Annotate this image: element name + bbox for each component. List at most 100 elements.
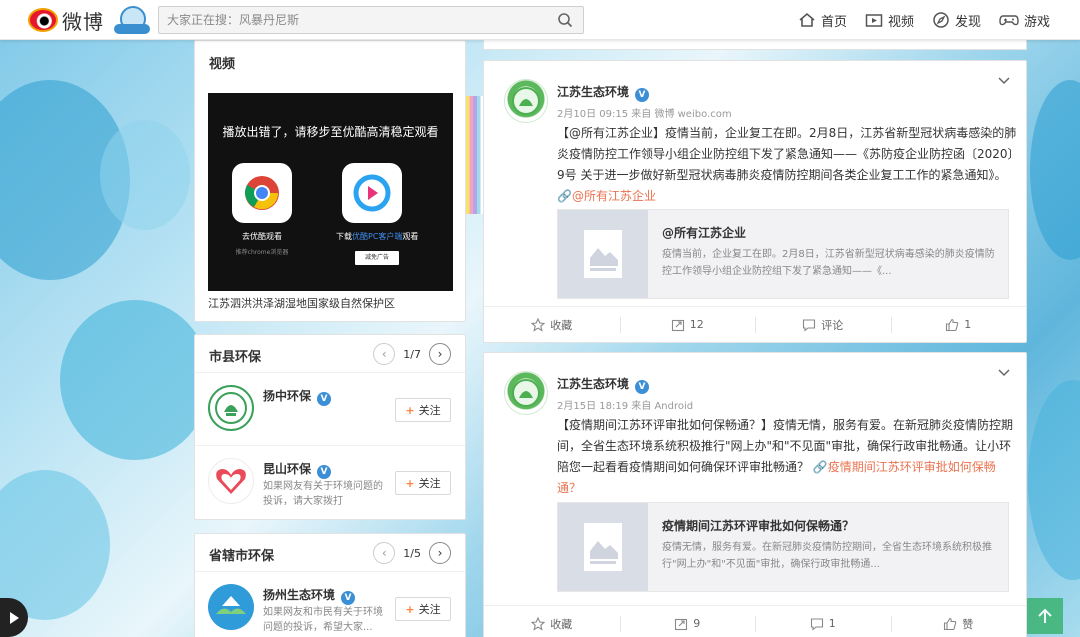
comment-button[interactable]: 1 (755, 606, 891, 637)
watch-on-youku-option[interactable]: 去优酷观看 推荐chrome浏览器 (226, 163, 298, 256)
prov-pager: ‹ 1/5 › (373, 542, 451, 564)
video-player[interactable]: 播放出错了，请移步至优酷高清稳定观看 去优酷观看 推荐chrome浏览器 下载优… (208, 93, 453, 291)
list-item: 昆山环保 V 如果网友有关于环境问题的投诉，请大家拨打 + 关注 (195, 446, 465, 519)
comment-label: 评论 (821, 318, 844, 332)
background-shape (60, 300, 210, 460)
follow-button[interactable]: + 关注 (395, 597, 451, 621)
account-name[interactable]: 扬中环保 V (263, 387, 332, 406)
favorite-label: 收藏 (550, 318, 573, 332)
follow-button[interactable]: + 关注 (395, 398, 451, 422)
post-author-text: 江苏生态环境 (557, 377, 630, 391)
verified-icon: V (635, 380, 650, 394)
nav-discover[interactable]: 发现 (932, 11, 981, 30)
repost-button[interactable]: 9 (619, 606, 756, 637)
video-error-message: 播放出错了，请移步至优酷高清稳定观看 (222, 125, 439, 139)
nav-game[interactable]: 游戏 (999, 11, 1050, 30)
account-name[interactable]: 昆山环保 V (263, 460, 332, 479)
video-icon (865, 14, 883, 27)
list-item: 扬州生态环境 V 如果网友和市民有关于环境问题的投诉，希望大家... + 关注 (195, 572, 465, 637)
follow-label: 关注 (418, 477, 441, 490)
repost-button[interactable]: 12 (619, 307, 756, 342)
search-input[interactable] (159, 7, 539, 33)
like-button[interactable]: 1 (890, 307, 1027, 342)
search-icon[interactable] (557, 12, 573, 28)
post-actions: 收藏 12 评论 1 (484, 306, 1026, 342)
background-shape (0, 470, 110, 620)
chevron-down-icon[interactable] (998, 77, 1010, 85)
post-body: 【@所有江苏企业】疫情当前，企业复工在即。2月8日，江苏省新型冠状病毒感染的肺炎… (557, 126, 1017, 182)
background-shape (100, 120, 190, 230)
top-navigation-bar: 微博 首页 视频 发现 游戏 (0, 0, 1080, 40)
repost-count: 12 (689, 318, 704, 331)
plus-icon: + (405, 476, 415, 490)
account-desc: 如果网友有关于环境问题的投诉，请大家拨打 (263, 481, 383, 507)
next-page-button[interactable]: › (429, 542, 451, 564)
comment-icon (810, 617, 823, 631)
feed-post: 江苏生态环境 V 2月15日 18:19 来自 Android 【疫情期间江苏环评… (483, 352, 1027, 637)
link-card-desc: 疫情无情，服务有爱。在新冠肺炎疫情防控期间，全省生态环境系统积极推行"网上办"和… (662, 542, 992, 570)
nav-video[interactable]: 视频 (865, 11, 914, 30)
chevron-down-icon[interactable] (998, 369, 1010, 377)
avatar[interactable] (208, 458, 254, 504)
avatar[interactable] (208, 385, 254, 431)
favorite-label: 收藏 (550, 617, 573, 631)
download-client-option[interactable]: 下载优酷PC客户端观看 (336, 163, 418, 242)
comment-count: 1 (828, 617, 836, 630)
post-author[interactable]: 江苏生态环境 V (557, 83, 650, 102)
avatar[interactable] (208, 584, 254, 630)
video-card-title: 视频 (209, 57, 236, 72)
post-author-text: 江苏生态环境 (557, 85, 630, 99)
post-meta: 2月15日 18:19 来自 Android (557, 401, 694, 412)
nav-discover-label: 发现 (955, 14, 982, 30)
comment-button[interactable]: 评论 (755, 307, 891, 342)
link-preview-card[interactable]: @所有江苏企业 疫情当前，企业复工在即。2月8日，江苏省新型冠状病毒感染的肺炎疫… (557, 209, 1009, 299)
post-text: 【@所有江苏企业】疫情当前，企业复工在即。2月8日，江苏省新型冠状病毒感染的肺炎… (557, 123, 1017, 207)
nav-video-label: 视频 (888, 14, 915, 30)
account-name[interactable]: 扬州生态环境 V (263, 586, 356, 605)
avatar[interactable] (504, 371, 548, 415)
document-icon (558, 210, 648, 298)
weibo-logo[interactable]: 微博 (28, 4, 152, 36)
star-icon (531, 317, 546, 332)
favorite-button[interactable]: 收藏 (484, 307, 620, 342)
play-icon (10, 611, 19, 624)
page-indicator: 1/5 (403, 546, 421, 560)
game-icon (999, 15, 1019, 26)
post-actions: 收藏 9 1 赞 (484, 605, 1026, 637)
home-icon (799, 12, 815, 27)
option1-label: 去优酷观看 (242, 232, 282, 241)
favorite-button[interactable]: 收藏 (484, 606, 620, 637)
nav-game-label: 游戏 (1024, 14, 1051, 30)
plus-icon: + (405, 602, 415, 616)
search-box (158, 6, 584, 34)
post-link[interactable]: 🔗@所有江苏企业 (557, 189, 656, 203)
mascot-icon (112, 4, 152, 36)
link-preview-card[interactable]: 疫情期间江苏环评审批如何保畅通？ 疫情无情，服务有爱。在新冠肺炎疫情防控期间，全… (557, 502, 1009, 592)
prev-page-button[interactable]: ‹ (373, 343, 396, 365)
logo-text: 微博 (62, 9, 104, 34)
chrome-icon (232, 163, 292, 223)
main-nav: 首页 视频 发现 游戏 (798, 0, 1068, 40)
nav-home[interactable]: 首页 (798, 11, 847, 30)
avatar[interactable] (504, 79, 548, 123)
link-card-title: @所有江苏企业 (662, 226, 747, 240)
back-to-top-button[interactable] (1027, 598, 1063, 634)
reduce-ads-button[interactable]: 减免广告 (355, 251, 399, 265)
follow-button[interactable]: + 关注 (395, 471, 451, 495)
post-meta: 2月10日 09:15 来自 微博 weibo.com (557, 109, 732, 120)
like-button[interactable]: 赞 (890, 606, 1027, 637)
post-text: 【疫情期间江苏环评审批如何保畅通？】疫情无情，服务有爱。在新冠肺炎疫情防控期间，… (557, 415, 1017, 499)
repost-icon (671, 319, 684, 331)
prev-page-button[interactable]: ‹ (373, 542, 396, 564)
feed-post: 江苏生态环境 V 2月10日 09:15 来自 微博 weibo.com 【@所有… (483, 60, 1027, 343)
option2-post: 观看 (402, 232, 419, 241)
verified-icon: V (341, 591, 356, 605)
option2-link[interactable]: 优酷PC客户端 (352, 232, 402, 241)
account-desc: 如果网友和市民有关于环境问题的投诉，希望大家... (263, 607, 383, 633)
post-author[interactable]: 江苏生态环境 V (557, 375, 650, 394)
city-env-card: 市县环保 ‹ 1/7 › 扬中环保 V + 关注 昆山环保 V 如果网友有关于环境问题… (194, 334, 466, 520)
next-page-button[interactable]: › (429, 343, 451, 365)
video-caption[interactable]: 江苏泗洪洪泽湖湿地国家级自然保护区 (208, 295, 395, 311)
nav-home-label: 首页 (821, 14, 848, 30)
comment-icon (803, 318, 816, 332)
